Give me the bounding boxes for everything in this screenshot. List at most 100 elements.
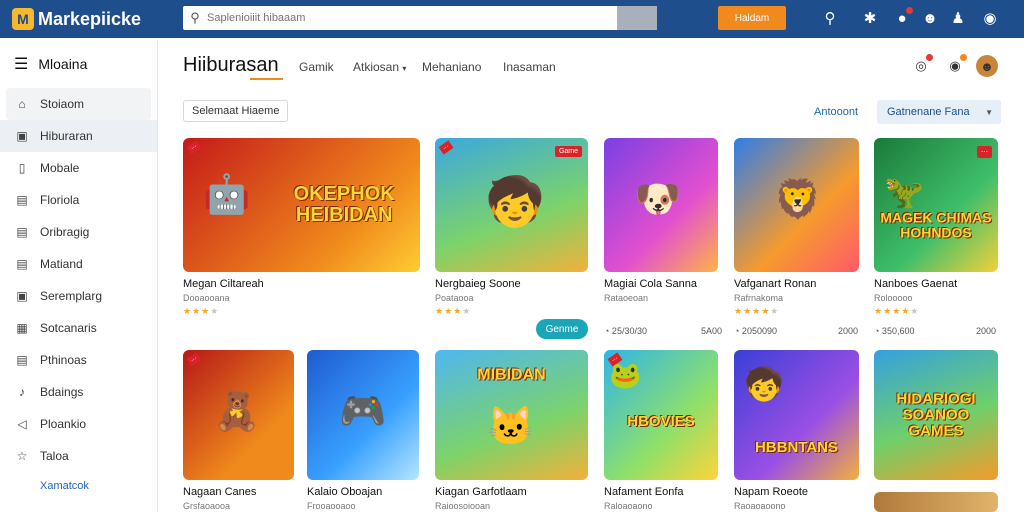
- card-subtitle: Poataooa: [435, 293, 474, 303]
- cat-icon: 🐱: [487, 406, 535, 448]
- sidebar-item-label: Matiand: [40, 257, 83, 271]
- sidebar-item-2[interactable]: ▯ Mobale: [0, 152, 157, 184]
- game-card[interactable]: ⋯ Game 🧒 Nergbaieg Soone Poataooa ★★★★: [435, 138, 588, 317]
- rating-stars: ★★★★: [183, 306, 220, 316]
- game-card[interactable]: ⋯ 🧸 Nagaan Canes Grsfaoaooa: [183, 350, 294, 511]
- dog-icon: 🐶: [634, 179, 682, 221]
- frog-icon: 🐸: [609, 360, 642, 390]
- puzzle-icon[interactable]: ✱: [860, 8, 880, 28]
- game-card[interactable]: 🐶 Magiai Cola Sanna Rataoeoan: [604, 138, 718, 303]
- game-thumbnail[interactable]: 🦁: [734, 138, 859, 272]
- primary-action-button[interactable]: Haldam: [718, 6, 786, 30]
- genre-pill-button[interactable]: Genme: [536, 319, 588, 339]
- game-thumbnail[interactable]: ⋯ 🦖 MAGEK CHIMAS HOHNDOS: [874, 138, 998, 272]
- sidebar-item-1[interactable]: ▣ Hiburaran: [0, 120, 157, 152]
- sidebar-footer-link[interactable]: Xamatcok: [0, 480, 157, 492]
- search-input[interactable]: [207, 12, 607, 24]
- sidebar-item-10[interactable]: ◁ Ploankio: [0, 408, 157, 440]
- title-underline: [250, 78, 283, 80]
- account-link[interactable]: Antooont: [814, 106, 858, 118]
- boy-icon: 🧒: [744, 366, 784, 402]
- game-card-partial[interactable]: [874, 492, 998, 512]
- game-thumbnail[interactable]: MIBIDAN 🐱: [435, 350, 588, 480]
- card-meta: 2000: [976, 326, 997, 336]
- tab-2[interactable]: Mehaniano: [422, 60, 481, 74]
- game-card[interactable]: ⋯ 🐸 HBOVIES Nafament Eonfa Raloaoaono: [604, 350, 718, 511]
- game-thumbnail[interactable]: 🎮: [307, 350, 419, 480]
- rating-stars: ★★★★★: [734, 306, 780, 316]
- notification-icon[interactable]: ●: [892, 7, 913, 28]
- thumbnail-title: HIDARIOGI SOANOO GAMES: [896, 390, 976, 439]
- page-title: Hiiburasan: [183, 54, 279, 76]
- logo-icon: M: [12, 8, 34, 30]
- chevron-down-icon: ▾: [402, 64, 407, 73]
- card-subtitle: Frooaooaoo: [307, 501, 356, 511]
- menu-icon[interactable]: ☰: [14, 54, 28, 74]
- sidebar-item-label: Sotcanaris: [40, 321, 97, 335]
- card-title: Nanboes Gaenat: [874, 278, 958, 290]
- game-thumbnail[interactable]: [874, 492, 998, 512]
- game-thumbnail[interactable]: ⋯ 🧸: [183, 350, 294, 480]
- calendar-icon: ▤: [16, 353, 28, 367]
- sidebar-item-4[interactable]: ▤ Oribragig: [0, 216, 157, 248]
- sidebar-item-11[interactable]: ☆ Taloa: [0, 440, 157, 472]
- rating-stars: ★★★★★: [874, 306, 920, 316]
- sidebar-item-9[interactable]: ♪ Bdaings: [0, 376, 157, 408]
- tab-1[interactable]: Atkiosan ▾: [353, 60, 406, 74]
- message-icon[interactable]: ◉: [944, 54, 967, 77]
- profile-avatar[interactable]: ◉: [980, 8, 1000, 28]
- tab-3[interactable]: Inasaman: [503, 60, 556, 74]
- game-card[interactable]: 🧒 HBBNTANS Napam Roeote Raoaoaoono: [734, 350, 859, 511]
- trend-icon: ▤: [16, 257, 28, 271]
- sidebar-item-label: Bdaings: [40, 385, 84, 399]
- game-thumbnail[interactable]: ⋯ 🐸 HBOVIES: [604, 350, 718, 480]
- bear-icon: 🧸: [213, 391, 261, 433]
- chart-icon: ▤: [16, 225, 28, 239]
- sidebar-item-6[interactable]: ▣ Seremplarg: [0, 280, 157, 312]
- box-icon: ▣: [16, 289, 28, 303]
- card-subtitle: Rafrnakoma: [734, 293, 784, 303]
- game-thumbnail[interactable]: HIDARIOGI SOANOO GAMES: [874, 350, 998, 480]
- game-card[interactable]: 🎮 Kalaio Oboajan Frooaooaoo: [307, 350, 419, 511]
- sidebar-item-label: Pthinoas: [40, 353, 87, 367]
- sidebar-item-3[interactable]: ▤ Floriola: [0, 184, 157, 216]
- tab-label: Atkiosan: [353, 60, 400, 74]
- game-thumbnail[interactable]: ⋯ 🤖 OKEPHOK HEIBIDAN: [183, 138, 420, 272]
- sidebar-item-8[interactable]: ▤ Pthinoas: [0, 344, 157, 376]
- bell-icon[interactable]: ◎: [910, 54, 933, 77]
- user-icon[interactable]: ♟: [948, 8, 968, 28]
- sidebar-item-7[interactable]: ▦ Sotcanaris: [0, 312, 157, 344]
- home-icon: ⌂: [18, 97, 26, 111]
- game-thumbnail[interactable]: 🧒 HBBNTANS: [734, 350, 859, 480]
- thumbnail-title: OKEPHOK HEIBIDAN: [293, 183, 395, 226]
- app-logo[interactable]: M Markepiicke: [12, 8, 172, 30]
- game-card[interactable]: ⋯ 🤖 OKEPHOK HEIBIDAN Megan Ciltareah Doo…: [183, 138, 420, 317]
- game-card[interactable]: HIDARIOGI SOANOO GAMES: [874, 350, 998, 480]
- game-thumbnail[interactable]: ⋯ Game 🧒: [435, 138, 588, 272]
- search-button[interactable]: [617, 6, 657, 30]
- sort-label: Gatnenane Fana: [887, 106, 970, 118]
- card-title: Kalaio Oboajan: [307, 486, 383, 498]
- card-title: Nafament Eonfa: [604, 486, 684, 498]
- thumbnail-title: MAGEK CHIMAS HOHNDOS: [880, 209, 992, 241]
- user-avatar[interactable]: ☻: [976, 55, 998, 77]
- game-card[interactable]: ⋯ 🦖 MAGEK CHIMAS HOHNDOS Nanboes Gaenat …: [874, 138, 998, 317]
- search-icon[interactable]: ⚲: [820, 8, 840, 28]
- sidebar-item-label: Hiburaran: [40, 129, 93, 143]
- game-thumbnail[interactable]: 🐶: [604, 138, 718, 272]
- sidebar-item-0[interactable]: ⌂ Stoiaom: [6, 88, 151, 120]
- sort-select[interactable]: Gatnenane Fana ▼: [877, 100, 1001, 124]
- avatar-icon[interactable]: ☻: [920, 8, 940, 28]
- filter-chip[interactable]: Selemaat Hiaeme: [183, 100, 289, 122]
- sidebar-item-label: Stoiaom: [40, 97, 85, 111]
- card-subtitle: Grsfaoaooa: [183, 501, 231, 511]
- card-title: Kiagan Garfotlaam: [435, 486, 527, 498]
- file-icon: ▤: [16, 193, 28, 207]
- sidebar-item-5[interactable]: ▤ Matiand: [0, 248, 157, 280]
- thumbnail-title: HBOVIES: [627, 412, 695, 430]
- search-icon: ⚲: [190, 10, 200, 25]
- game-card[interactable]: 🦁 Vafganart Ronan Rafrnakoma ★★★★★: [734, 138, 859, 317]
- tab-0[interactable]: Gamik: [299, 60, 334, 74]
- chevron-down-icon: ▼: [985, 107, 993, 117]
- game-card[interactable]: MIBIDAN 🐱 Kiagan Garfotlaam Raioosoiooan: [435, 350, 588, 511]
